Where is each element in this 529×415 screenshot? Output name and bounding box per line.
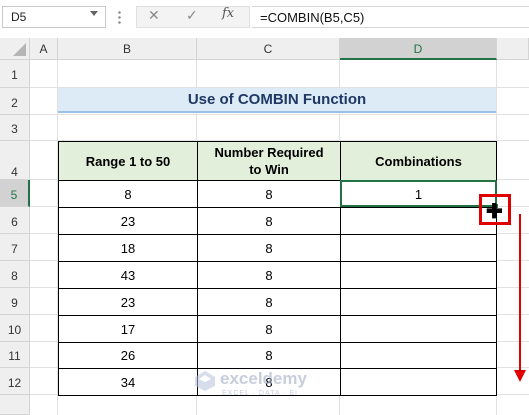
- column-header-e[interactable]: [497, 38, 529, 60]
- select-all-icon: [13, 43, 26, 56]
- select-all-corner[interactable]: [0, 38, 30, 60]
- row-header-12[interactable]: 12: [0, 368, 30, 395]
- column-header-c[interactable]: C: [197, 38, 340, 60]
- enter-icon[interactable]: ✓: [186, 7, 198, 24]
- cell-b11[interactable]: 26: [58, 342, 198, 369]
- column-header-a[interactable]: A: [30, 38, 58, 60]
- cell-c7[interactable]: 8: [197, 234, 341, 262]
- sheet-title[interactable]: Use of COMBIN Function: [58, 88, 496, 113]
- exceldemy-logo-icon: [195, 371, 215, 391]
- cancel-icon[interactable]: ✕: [148, 7, 160, 24]
- cell-d7[interactable]: [340, 234, 497, 262]
- cell-b10[interactable]: 17: [58, 315, 198, 343]
- crosshair-plus-icon: ✚: [486, 201, 503, 223]
- active-cell-outline: [340, 180, 497, 207]
- formula-input[interactable]: =COMBIN(B5,C5): [252, 6, 529, 28]
- name-box-dropdown-icon[interactable]: [90, 11, 98, 16]
- row-header-8[interactable]: 8: [0, 261, 30, 288]
- row-header-13[interactable]: [0, 395, 30, 415]
- gridline: [30, 114, 529, 115]
- watermark: exceldemy EXCEL · DATA · BI: [194, 368, 354, 402]
- cell-b7[interactable]: 18: [58, 234, 198, 262]
- cell-c9[interactable]: 8: [197, 288, 341, 316]
- cell-c11[interactable]: 8: [197, 342, 341, 369]
- row-header-7[interactable]: 7: [0, 234, 30, 261]
- cell-c5[interactable]: 8: [197, 180, 341, 208]
- cell-d8[interactable]: [340, 261, 497, 289]
- cell-b12[interactable]: 34: [58, 368, 198, 396]
- cell-d12[interactable]: [340, 368, 497, 396]
- column-header-d[interactable]: D: [340, 38, 497, 60]
- cell-d11[interactable]: [340, 342, 497, 369]
- cell-b8[interactable]: 43: [58, 261, 198, 289]
- cell-d10[interactable]: [340, 315, 497, 343]
- cell-b9[interactable]: 23: [58, 288, 198, 316]
- name-box[interactable]: D5: [2, 6, 106, 28]
- header-number-required[interactable]: Number Required to Win: [197, 141, 341, 181]
- cell-c8[interactable]: 8: [197, 261, 341, 289]
- row-header-2[interactable]: 2: [0, 88, 30, 115]
- cell-b5[interactable]: 8: [58, 180, 198, 208]
- row-header-1[interactable]: 1: [0, 60, 30, 88]
- cell-c10[interactable]: 8: [197, 315, 341, 343]
- row-header-11[interactable]: 11: [0, 342, 30, 368]
- cell-c6[interactable]: 8: [197, 207, 341, 235]
- row-header-4[interactable]: 4: [0, 141, 30, 180]
- column-header-b[interactable]: B: [58, 38, 197, 60]
- cell-d6[interactable]: [340, 207, 497, 235]
- header-combinations[interactable]: Combinations: [340, 141, 497, 181]
- row-header-3[interactable]: 3: [0, 115, 30, 141]
- cell-b6[interactable]: 23: [58, 207, 198, 235]
- insert-function-icon[interactable]: fx: [222, 6, 234, 21]
- row-header-9[interactable]: 9: [0, 288, 30, 315]
- arrow-head-icon: [514, 370, 526, 382]
- header-range[interactable]: Range 1 to 50: [58, 141, 198, 181]
- row-header-10[interactable]: 10: [0, 315, 30, 342]
- formula-bar-separator[interactable]: [118, 10, 121, 24]
- row-header-5[interactable]: 5: [0, 180, 30, 207]
- watermark-name: exceldemy: [220, 369, 307, 388]
- watermark-tagline: EXCEL · DATA · BI: [222, 390, 298, 397]
- drag-down-arrow: [519, 214, 521, 374]
- cell-d9[interactable]: [340, 288, 497, 316]
- row-header-6[interactable]: 6: [0, 207, 30, 234]
